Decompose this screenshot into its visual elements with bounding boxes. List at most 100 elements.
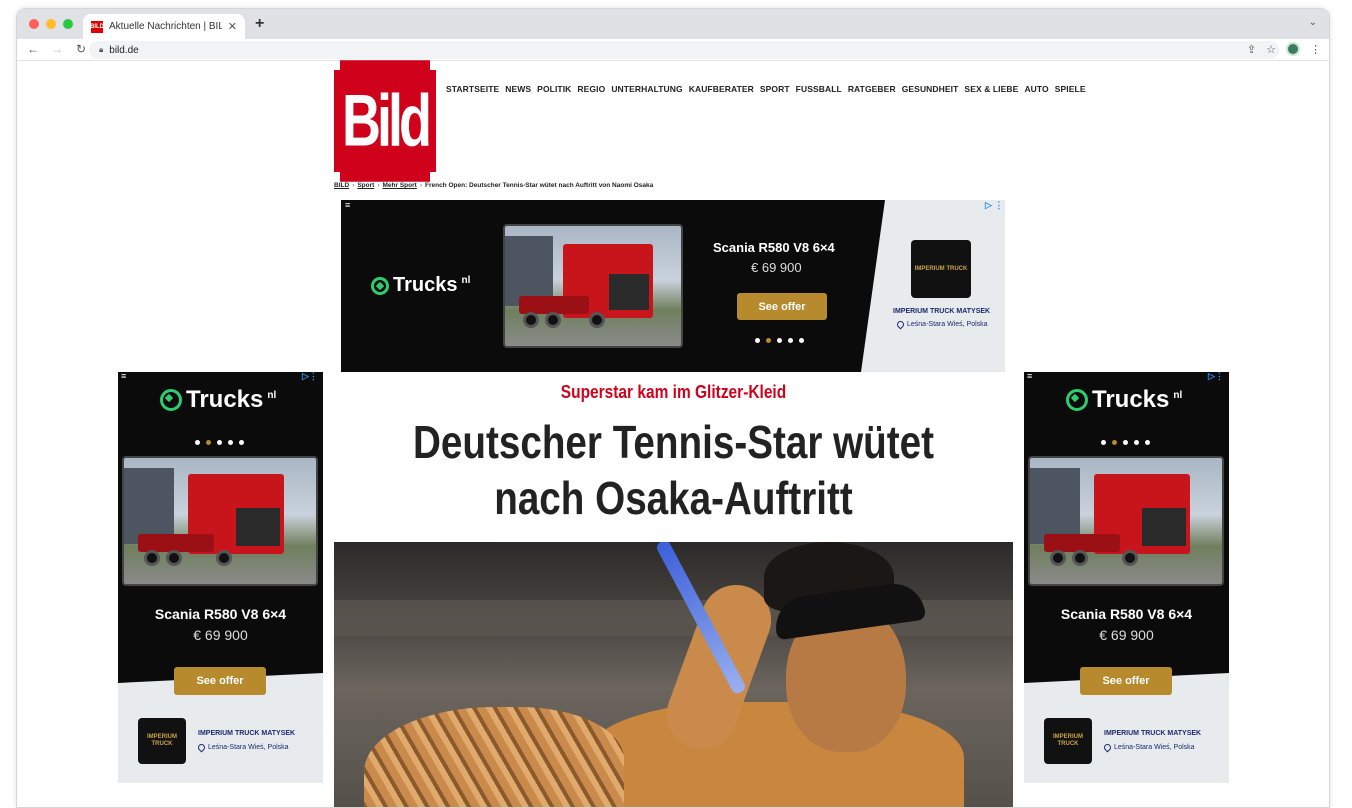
carousel-dot[interactable] [799, 338, 804, 343]
adchoices-icon[interactable]: ▷⋮ [1208, 372, 1224, 382]
bild-logo[interactable]: Bild [334, 60, 436, 182]
nav-item-politik[interactable]: POLITIK [537, 84, 571, 94]
carousel-dots [195, 440, 244, 445]
right-side-ad[interactable]: ≡ ▷⋮ Trucks nl Scania R580 V8 6×4 € 69 9… [1024, 372, 1229, 783]
carousel-dot[interactable] [228, 440, 233, 445]
headline-line-2: nach Osaka-Auftritt [494, 472, 853, 524]
dealer-location: Leśna-Stara Wieś, Polska [895, 319, 988, 330]
truck-image [1028, 456, 1224, 586]
banner-ad[interactable]: ≡ ▷ ⋮ Trucks nl Scania R580 V8 6×4 € 69 … [341, 200, 1005, 372]
carousel-dot[interactable] [239, 440, 244, 445]
trucks-brand: Trucks [393, 274, 458, 296]
dealer-location: Leśna-Stara Wieś, Polska [1102, 742, 1195, 753]
carousel-dot[interactable] [755, 338, 760, 343]
nav-item-sex-liebe[interactable]: SEX & LIEBE [964, 84, 1018, 94]
truck-wheel [166, 550, 182, 566]
close-window-button[interactable] [29, 19, 39, 29]
new-tab-button[interactable]: + [255, 15, 264, 33]
nav-item-auto[interactable]: AUTO [1024, 84, 1048, 94]
article-headline[interactable]: Deutscher Tennis-Star wütet nach Osaka-A… [388, 414, 958, 526]
left-side-ad[interactable]: ≡ ▷⋮ Trucks nl Scania R580 V8 6×4 € 69 9… [118, 372, 323, 783]
ad-menu-icon[interactable]: ≡ [121, 372, 126, 381]
truck-grill-shape [1142, 508, 1186, 546]
location-pin-icon [895, 319, 906, 330]
trucks-brand-suffix: nl [1173, 389, 1183, 401]
tab-search-chevron-icon[interactable]: ⌄ [1309, 17, 1317, 28]
trucks-logo-icon [1066, 389, 1088, 411]
carousel-dots [755, 338, 804, 343]
back-arrow-icon[interactable]: ← [25, 42, 41, 56]
nav-item-sport[interactable]: SPORT [760, 84, 790, 94]
offer-title: Scania R580 V8 6×4 [154, 606, 287, 622]
adchoices-icon[interactable]: ▷ ⋮ [985, 200, 1003, 211]
breadcrumb-sport[interactable]: Sport [357, 182, 374, 189]
truck-wheel [589, 312, 605, 328]
kebab-menu-icon[interactable]: ⋮ [1310, 43, 1321, 56]
truck-wheel [216, 550, 232, 566]
share-icon[interactable]: ⇪ [1247, 43, 1256, 56]
dealer-logo: IMPERIUM TRUCK [138, 718, 186, 764]
tab-close-icon[interactable]: ✕ [228, 20, 237, 33]
nav-item-gesundheit[interactable]: GESUNDHEIT [902, 84, 959, 94]
breadcrumb-separator: › [352, 182, 355, 189]
dealer-location-text: Leśna-Stara Wieś, Polska [1114, 744, 1195, 751]
carousel-dot[interactable] [195, 440, 200, 445]
ad-menu-icon[interactable]: ≡ [345, 200, 350, 210]
tab-bar: BILD Aktuelle Nachrichten | BILD.de ✕ + … [17, 9, 1329, 39]
see-offer-button[interactable]: See offer [174, 667, 266, 695]
nav-item-kaufberater[interactable]: KAUFBERATER [689, 84, 754, 94]
truck-grill-shape [609, 274, 649, 310]
carousel-dot[interactable] [1134, 440, 1139, 445]
truck-wheel [1050, 550, 1066, 566]
carousel-dot[interactable] [788, 338, 793, 343]
nav-buttons: ← → ↻ [25, 42, 89, 56]
player-body-shape [584, 702, 964, 807]
truck-image [503, 224, 683, 348]
offer-price: € 69 900 [193, 627, 248, 643]
offer-title: Scania R580 V8 6×4 [1060, 606, 1193, 622]
nav-item-spiele[interactable]: SPIELE [1055, 84, 1086, 94]
logo-text: Bild [340, 60, 432, 182]
trucks-brand: Trucks [1092, 386, 1170, 413]
carousel-dot-active[interactable] [1112, 440, 1117, 445]
truck-wheel [144, 550, 160, 566]
breadcrumb-separator: › [419, 182, 422, 189]
location-pin-icon [196, 742, 207, 753]
breadcrumb-mehr-sport[interactable]: Mehr Sport [383, 182, 417, 189]
trucks-brand: Trucks [186, 386, 264, 413]
nav-item-regio[interactable]: REGIO [577, 84, 605, 94]
carousel-dot[interactable] [217, 440, 222, 445]
nav-item-startseite[interactable]: STARTSEITE [446, 84, 499, 94]
nav-item-fussball[interactable]: FUSSBALL [796, 84, 842, 94]
browser-toolbar: ← → ↻ 🔒︎ bild.de ⇪ ☆ ⋮ [17, 39, 1329, 61]
nav-item-ratgeber[interactable]: RATGEBER [848, 84, 896, 94]
see-offer-button[interactable]: See offer [1080, 667, 1172, 695]
article-hero-image[interactable] [334, 542, 1013, 807]
bookmark-star-icon[interactable]: ☆ [1266, 43, 1276, 56]
see-offer-button[interactable]: See offer [737, 293, 827, 320]
carousel-dot[interactable] [1145, 440, 1150, 445]
main-navigation: STARTSEITE NEWS POLITIK REGIO UNTERHALTU… [446, 84, 1086, 94]
ad-menu-icon[interactable]: ≡ [1027, 372, 1032, 381]
adchoices-icon[interactable]: ▷⋮ [302, 372, 318, 382]
dealer-name: IMPERIUM TRUCK MATYSEK [198, 730, 296, 737]
carousel-dot[interactable] [1101, 440, 1106, 445]
tab-active[interactable]: BILD Aktuelle Nachrichten | BILD.de ✕ [83, 14, 245, 39]
address-bar[interactable]: 🔒︎ bild.de [89, 41, 1279, 59]
nav-item-unterhaltung[interactable]: UNTERHALTUNG [611, 84, 682, 94]
carousel-dot[interactable] [777, 338, 782, 343]
profile-avatar[interactable] [1286, 42, 1300, 56]
browser-window: BILD Aktuelle Nachrichten | BILD.de ✕ + … [16, 8, 1330, 808]
forward-arrow-icon[interactable]: → [49, 42, 65, 56]
dealer-logo: IMPERIUM TRUCK [911, 240, 971, 298]
carousel-dot-active[interactable] [206, 440, 211, 445]
building-shape [124, 468, 174, 544]
reload-icon[interactable]: ↻ [73, 42, 89, 56]
carousel-dot-active[interactable] [766, 338, 771, 343]
minimize-window-button[interactable] [46, 19, 56, 29]
trucks-brand-suffix: nl [461, 275, 471, 286]
maximize-window-button[interactable] [63, 19, 73, 29]
carousel-dot[interactable] [1123, 440, 1128, 445]
breadcrumb-bild[interactable]: BILD [334, 182, 349, 189]
nav-item-news[interactable]: NEWS [505, 84, 531, 94]
